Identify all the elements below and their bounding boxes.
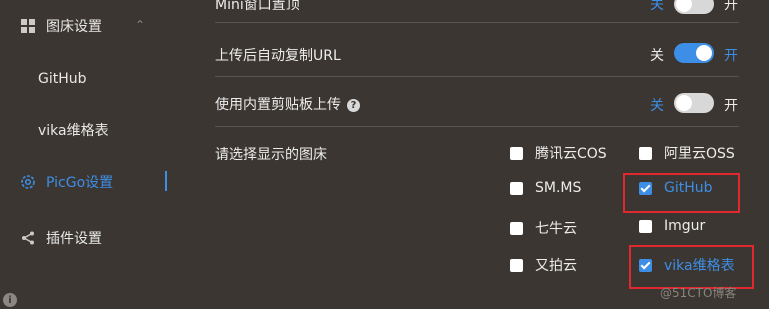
grid-icon <box>20 18 36 34</box>
chevron-up-icon[interactable]: ⌃ <box>135 18 145 32</box>
checkbox-box[interactable] <box>639 146 652 160</box>
switch-off-label: 关 <box>650 0 664 13</box>
setting-label: 使用内置剪贴板上传 <box>215 97 341 113</box>
setting-label: 请选择显示的图床 <box>215 147 327 163</box>
switch-on-label: 开 <box>724 98 738 114</box>
help-icon[interactable]: ? <box>347 99 360 112</box>
picbed-checkbox-imgur[interactable]: Imgur <box>639 218 705 234</box>
sidebar-item-picgo-settings[interactable]: PicGo设置 <box>0 167 188 197</box>
checkbox-box[interactable] <box>639 219 652 233</box>
sidebar-item-plugin-settings[interactable]: 插件设置 <box>0 223 188 253</box>
watermark: @51CTO博客 <box>660 286 737 300</box>
share-icon <box>20 230 36 246</box>
mini-window-toggle[interactable] <box>674 0 714 14</box>
sidebar-item-label: PicGo设置 <box>46 175 114 191</box>
checkbox-label: 七牛云 <box>535 221 577 237</box>
divider <box>215 76 739 77</box>
gear-icon <box>20 174 36 190</box>
checkbox-box[interactable] <box>510 181 523 195</box>
checkbox-label: 又拍云 <box>535 258 577 274</box>
clipboard-toggle[interactable] <box>674 93 714 113</box>
sidebar-item-label: 插件设置 <box>46 231 102 247</box>
picbed-checkbox-smms[interactable]: SM.MS <box>510 180 581 196</box>
checkbox-label: 腾讯云COS <box>535 146 607 162</box>
switch-on-label: 开 <box>724 0 738 13</box>
switch-off-label: 关 <box>650 98 664 114</box>
divider <box>215 22 739 23</box>
switch-on-label: 开 <box>724 48 738 64</box>
sidebar: 图床设置 ⌃ GitHub vika维格表 PicGo设置 插件设置 i <box>0 0 188 309</box>
sidebar-item-github[interactable]: GitHub <box>0 64 188 94</box>
sidebar-item-label: vika维格表 <box>38 123 109 139</box>
divider <box>215 126 739 127</box>
info-icon[interactable]: i <box>3 293 17 307</box>
sidebar-item-label: 图床设置 <box>46 19 102 35</box>
checkbox-label: SM.MS <box>535 180 582 196</box>
checkbox-label: Imgur <box>664 218 706 234</box>
toggle-knob <box>696 45 712 61</box>
picbed-checkbox-aliyun-oss[interactable]: 阿里云OSS <box>639 143 735 163</box>
highlight-box-vika <box>629 245 754 289</box>
sidebar-item-vika[interactable]: vika维格表 <box>0 115 188 145</box>
setting-label: Mini窗口置顶 <box>215 0 300 13</box>
checkbox-box[interactable] <box>510 146 523 160</box>
switch-off-label: 关 <box>650 48 664 64</box>
toggle-knob <box>676 0 692 12</box>
picbed-checkbox-qiniu[interactable]: 七牛云 <box>510 218 577 238</box>
highlight-box-github <box>623 173 740 213</box>
auto-copy-toggle[interactable] <box>674 43 714 63</box>
picbed-checkbox-upyun[interactable]: 又拍云 <box>510 255 577 275</box>
picbed-checkbox-tencent-cos[interactable]: 腾讯云COS <box>510 143 607 163</box>
active-indicator <box>165 171 167 191</box>
checkbox-box[interactable] <box>510 221 523 235</box>
toggle-knob <box>676 95 692 111</box>
setting-label: 上传后自动复制URL <box>215 48 341 64</box>
setting-label-wrap: 使用内置剪贴板上传? <box>215 94 360 114</box>
sidebar-item-picbed-settings[interactable]: 图床设置 ⌃ <box>0 11 188 41</box>
sidebar-item-label: GitHub <box>38 71 87 87</box>
checkbox-box[interactable] <box>510 258 523 272</box>
checkbox-label: 阿里云OSS <box>664 146 735 162</box>
